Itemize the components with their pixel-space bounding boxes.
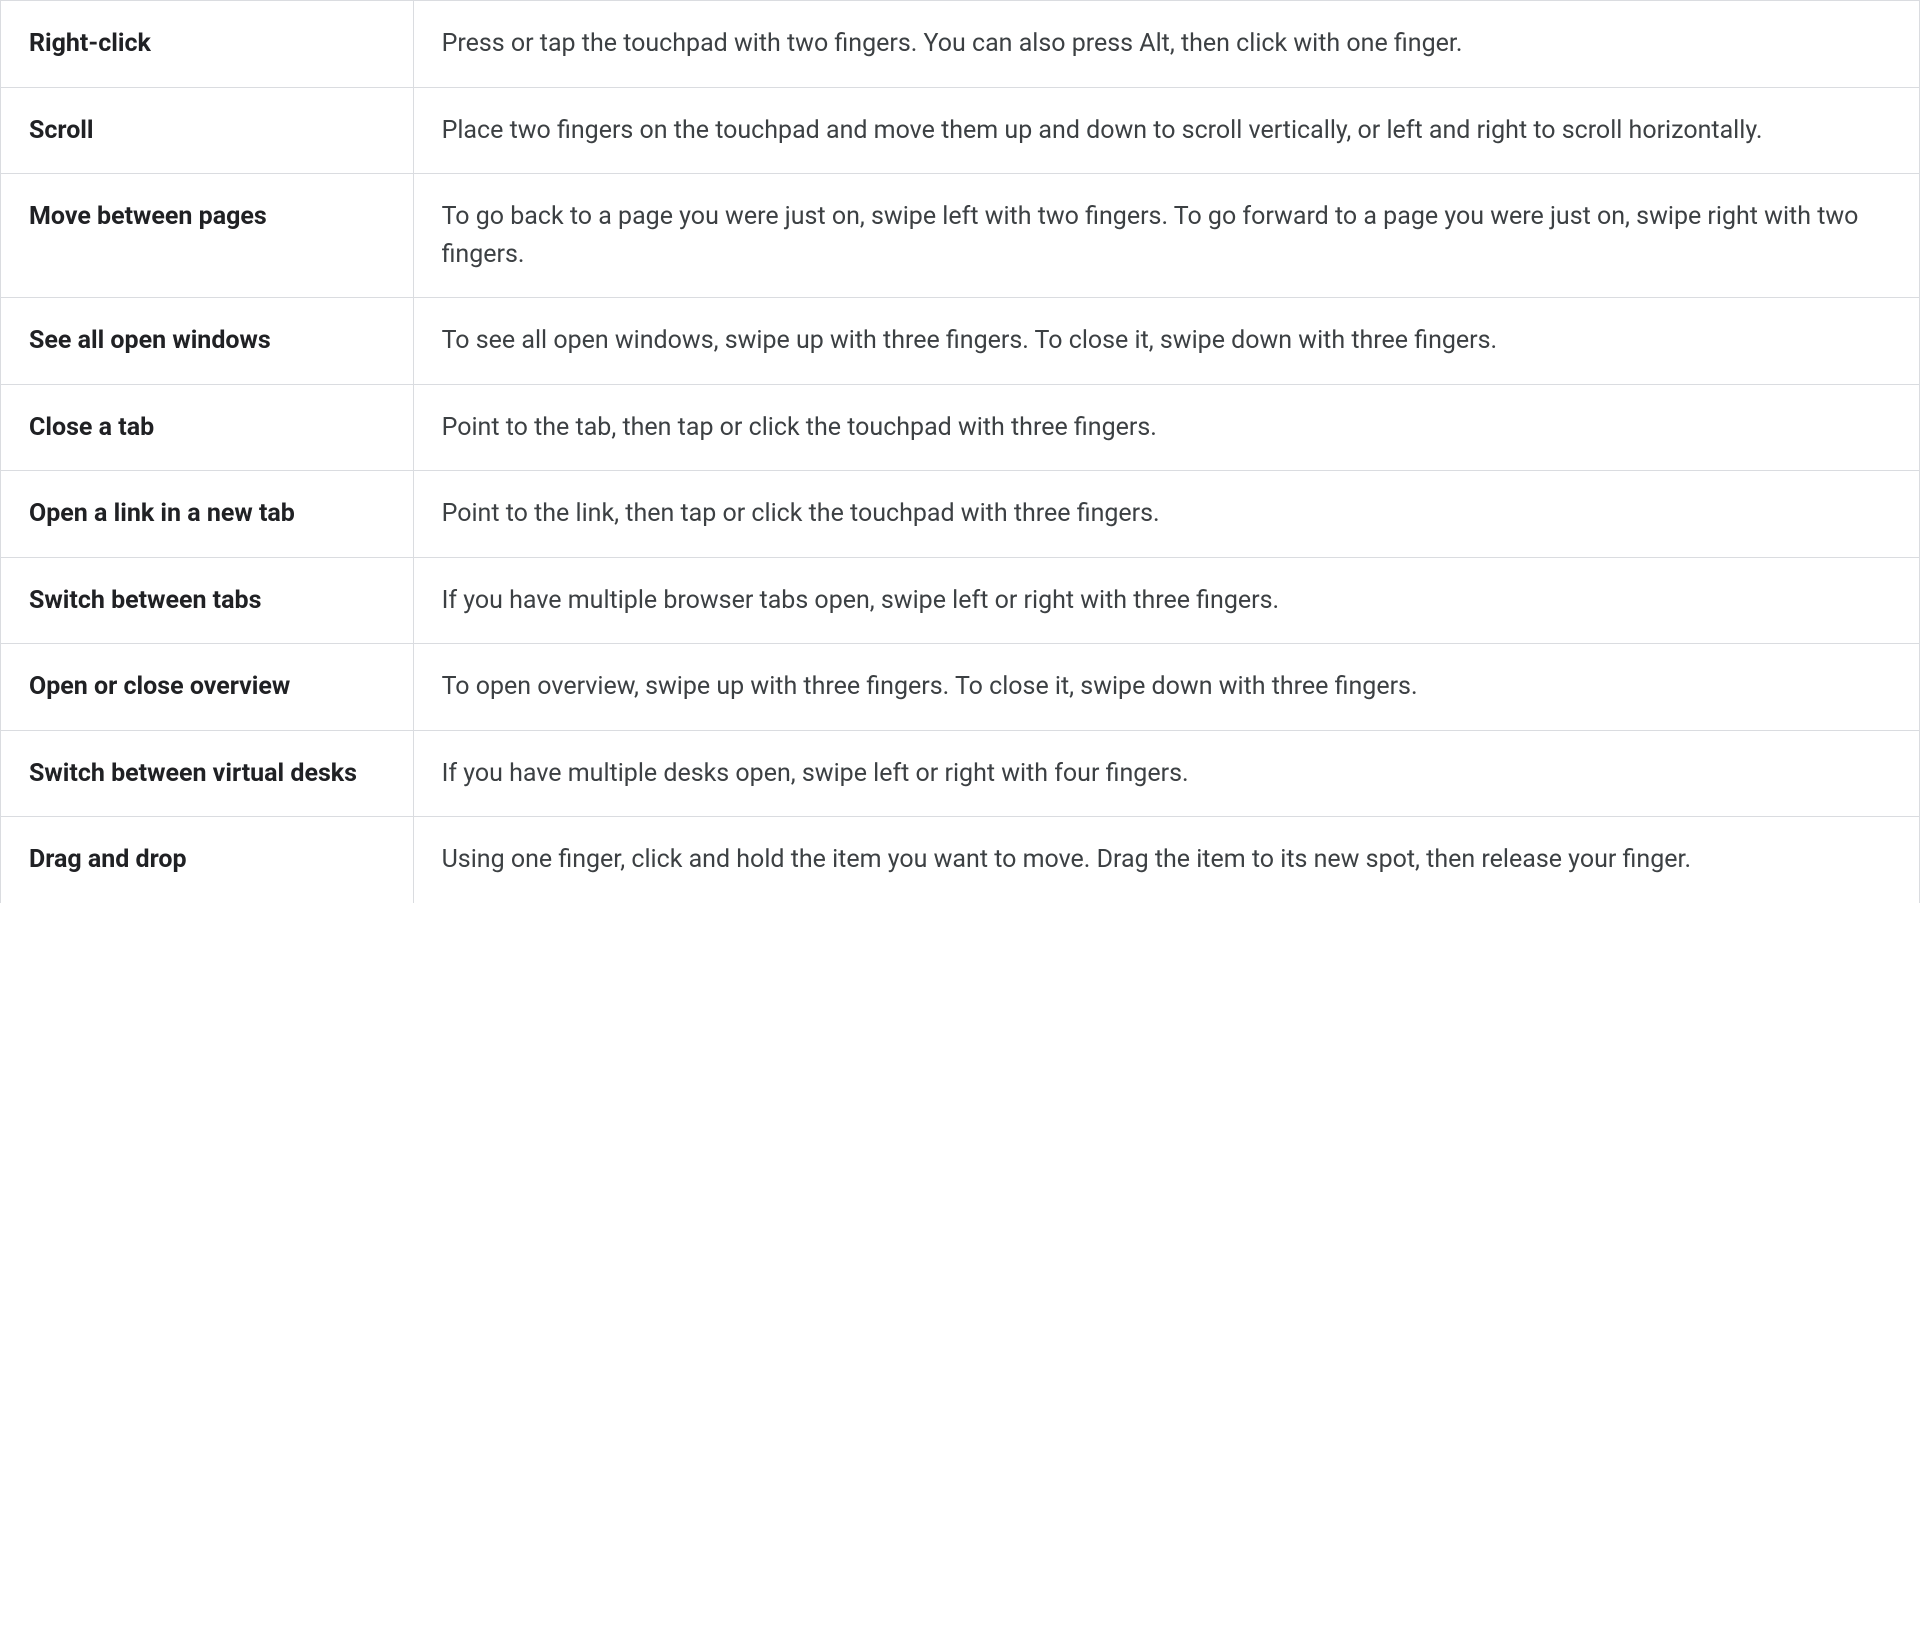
gesture-desc-cell: Press or tap the touchpad with two finge… xyxy=(413,1,1919,88)
gesture-desc-cell: If you have multiple desks open, swipe l… xyxy=(413,730,1919,817)
table-row: Switch between virtual desks If you have… xyxy=(1,730,1920,817)
table-row: Right-click Press or tap the touchpad wi… xyxy=(1,1,1920,88)
table-row: Drag and drop Using one finger, click an… xyxy=(1,817,1920,903)
table-row: Close a tab Point to the tab, then tap o… xyxy=(1,384,1920,471)
gesture-desc-cell: Point to the tab, then tap or click the … xyxy=(413,384,1919,471)
gesture-desc-cell: If you have multiple browser tabs open, … xyxy=(413,557,1919,644)
table-row: Open a link in a new tab Point to the li… xyxy=(1,471,1920,558)
gesture-desc-cell: To go back to a page you were just on, s… xyxy=(413,174,1919,298)
gesture-name-cell: See all open windows xyxy=(1,298,414,385)
gesture-name-cell: Right-click xyxy=(1,1,414,88)
gesture-name-cell: Open a link in a new tab xyxy=(1,471,414,558)
gesture-name-cell: Close a tab xyxy=(1,384,414,471)
gestures-table: Right-click Press or tap the touchpad wi… xyxy=(0,0,1920,903)
gesture-name-cell: Drag and drop xyxy=(1,817,414,903)
gesture-name-cell: Open or close overview xyxy=(1,644,414,731)
table-row: Open or close overview To open overview,… xyxy=(1,644,1920,731)
gesture-name-cell: Scroll xyxy=(1,87,414,174)
gesture-desc-cell: To open overview, swipe up with three fi… xyxy=(413,644,1919,731)
gesture-name-cell: Switch between tabs xyxy=(1,557,414,644)
gestures-table-body: Right-click Press or tap the touchpad wi… xyxy=(1,1,1920,903)
gesture-desc-cell: To see all open windows, swipe up with t… xyxy=(413,298,1919,385)
table-row: Move between pages To go back to a page … xyxy=(1,174,1920,298)
table-row: Switch between tabs If you have multiple… xyxy=(1,557,1920,644)
gesture-name-cell: Move between pages xyxy=(1,174,414,298)
gesture-desc-cell: Place two fingers on the touchpad and mo… xyxy=(413,87,1919,174)
table-row: Scroll Place two fingers on the touchpad… xyxy=(1,87,1920,174)
gesture-name-cell: Switch between virtual desks xyxy=(1,730,414,817)
gesture-desc-cell: Point to the link, then tap or click the… xyxy=(413,471,1919,558)
table-row: See all open windows To see all open win… xyxy=(1,298,1920,385)
gesture-desc-cell: Using one finger, click and hold the ite… xyxy=(413,817,1919,903)
